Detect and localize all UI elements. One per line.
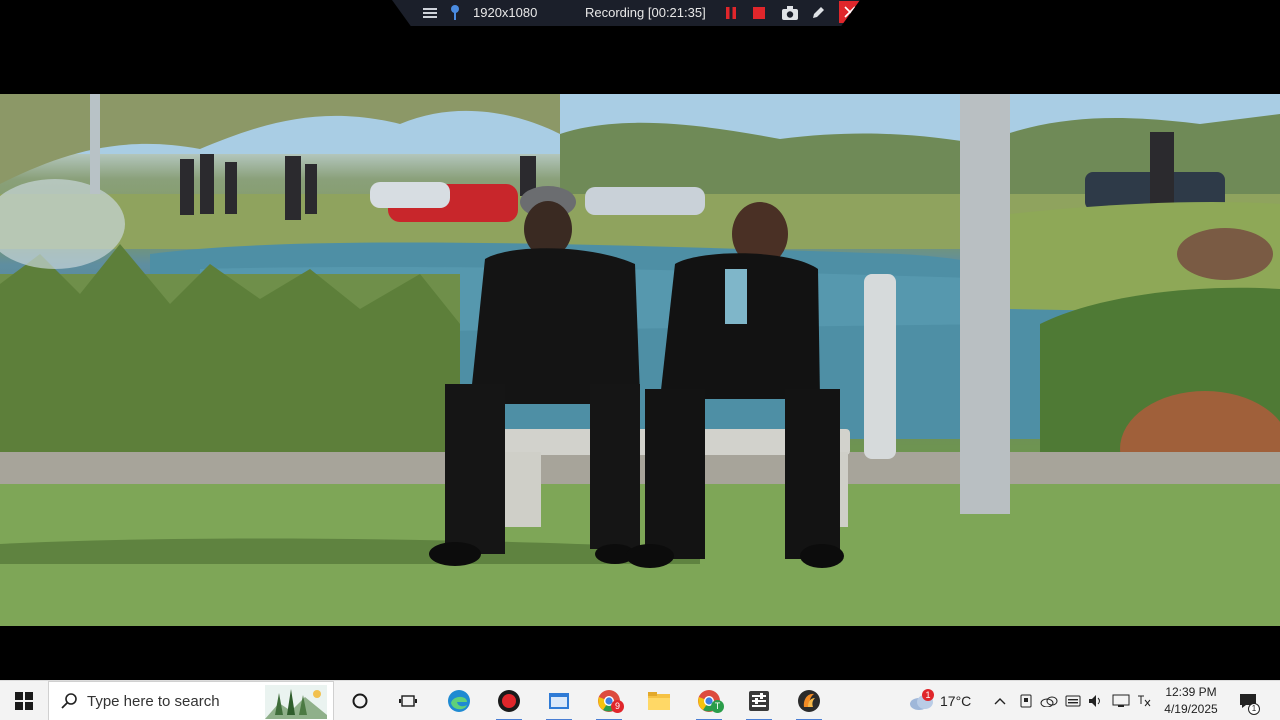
cortana-icon bbox=[352, 693, 368, 709]
screen: 1920x1080 Recording [00:21:35] Type here… bbox=[0, 0, 1280, 720]
meet-now-icon bbox=[1020, 694, 1032, 708]
taskbar-app-control-panel[interactable] bbox=[738, 681, 780, 720]
search-icon bbox=[61, 693, 77, 709]
weather-badge: 1 bbox=[922, 689, 934, 701]
cortana-button[interactable] bbox=[346, 681, 374, 720]
taskbar-search[interactable]: Type here to search bbox=[48, 681, 334, 720]
pause-icon[interactable] bbox=[724, 4, 738, 22]
task-view-button[interactable] bbox=[394, 681, 422, 720]
taskbar-app-chrome[interactable]: 9 bbox=[588, 681, 630, 720]
tray-meet-now[interactable] bbox=[1016, 681, 1036, 720]
chevron-up-icon bbox=[994, 698, 1006, 705]
clock[interactable]: 12:39 PM 4/19/2025 bbox=[1158, 684, 1224, 718]
clock-time: 12:39 PM bbox=[1165, 685, 1217, 699]
tray-language[interactable] bbox=[1134, 681, 1154, 720]
clock-date: 4/19/2025 bbox=[1164, 702, 1218, 716]
stop-icon[interactable] bbox=[752, 4, 766, 22]
taskbar-app-edge[interactable] bbox=[438, 681, 480, 720]
notification-count: 1 bbox=[1248, 703, 1260, 715]
edge-icon bbox=[448, 690, 470, 712]
recorder-toolbar: 1920x1080 Recording [00:21:35] bbox=[392, 0, 860, 26]
tray-network[interactable] bbox=[1110, 681, 1132, 720]
search-placeholder: Type here to search bbox=[87, 692, 220, 710]
taskbar-app-fl-studio[interactable] bbox=[788, 681, 830, 720]
tray-onedrive[interactable] bbox=[1038, 681, 1060, 720]
chrome-profile-badge: T bbox=[711, 700, 724, 713]
resolution-label: 1920x1080 bbox=[473, 5, 538, 20]
language-icon bbox=[1138, 695, 1151, 707]
camera-icon[interactable] bbox=[781, 4, 799, 22]
menu-icon[interactable] bbox=[422, 4, 438, 22]
pen-icon[interactable] bbox=[810, 4, 826, 22]
show-hidden-icons[interactable] bbox=[990, 681, 1010, 720]
notification-center-button[interactable]: 1 bbox=[1234, 681, 1262, 720]
tray-volume[interactable] bbox=[1086, 681, 1106, 720]
network-icon bbox=[1112, 694, 1130, 707]
search-highlight-icon bbox=[265, 685, 327, 719]
weather-temp[interactable]: 17°C bbox=[940, 693, 971, 709]
taskbar-app-recorder[interactable] bbox=[488, 681, 530, 720]
volume-icon bbox=[1089, 695, 1100, 707]
recording-status: Recording [00:21:35] bbox=[585, 5, 706, 20]
start-button[interactable] bbox=[0, 681, 48, 720]
taskbar-app-window[interactable] bbox=[538, 681, 580, 720]
window-app-icon bbox=[549, 693, 569, 709]
windows-logo-icon bbox=[15, 692, 33, 710]
taskbar: Type here to search 9 T 1 17°C 12:39 PM … bbox=[0, 680, 1280, 720]
control-panel-icon bbox=[749, 691, 769, 711]
task-view-icon bbox=[399, 695, 417, 707]
file-explorer-icon bbox=[648, 692, 670, 710]
taskbar-app-file-explorer[interactable] bbox=[638, 681, 680, 720]
weather-widget[interactable]: 1 bbox=[904, 681, 940, 720]
close-icon[interactable] bbox=[839, 1, 860, 23]
pin-icon[interactable] bbox=[448, 4, 462, 22]
taskbar-app-chrome-profile[interactable]: T bbox=[688, 681, 730, 720]
video-frame[interactable] bbox=[0, 94, 1280, 626]
video-scene bbox=[0, 94, 1280, 626]
fl-studio-icon bbox=[798, 690, 820, 712]
onedrive-icon bbox=[1040, 696, 1058, 707]
tray-input[interactable] bbox=[1062, 681, 1084, 720]
keyboard-icon bbox=[1065, 695, 1081, 707]
chrome-badge: 9 bbox=[611, 700, 624, 713]
recorder-icon bbox=[498, 690, 520, 712]
